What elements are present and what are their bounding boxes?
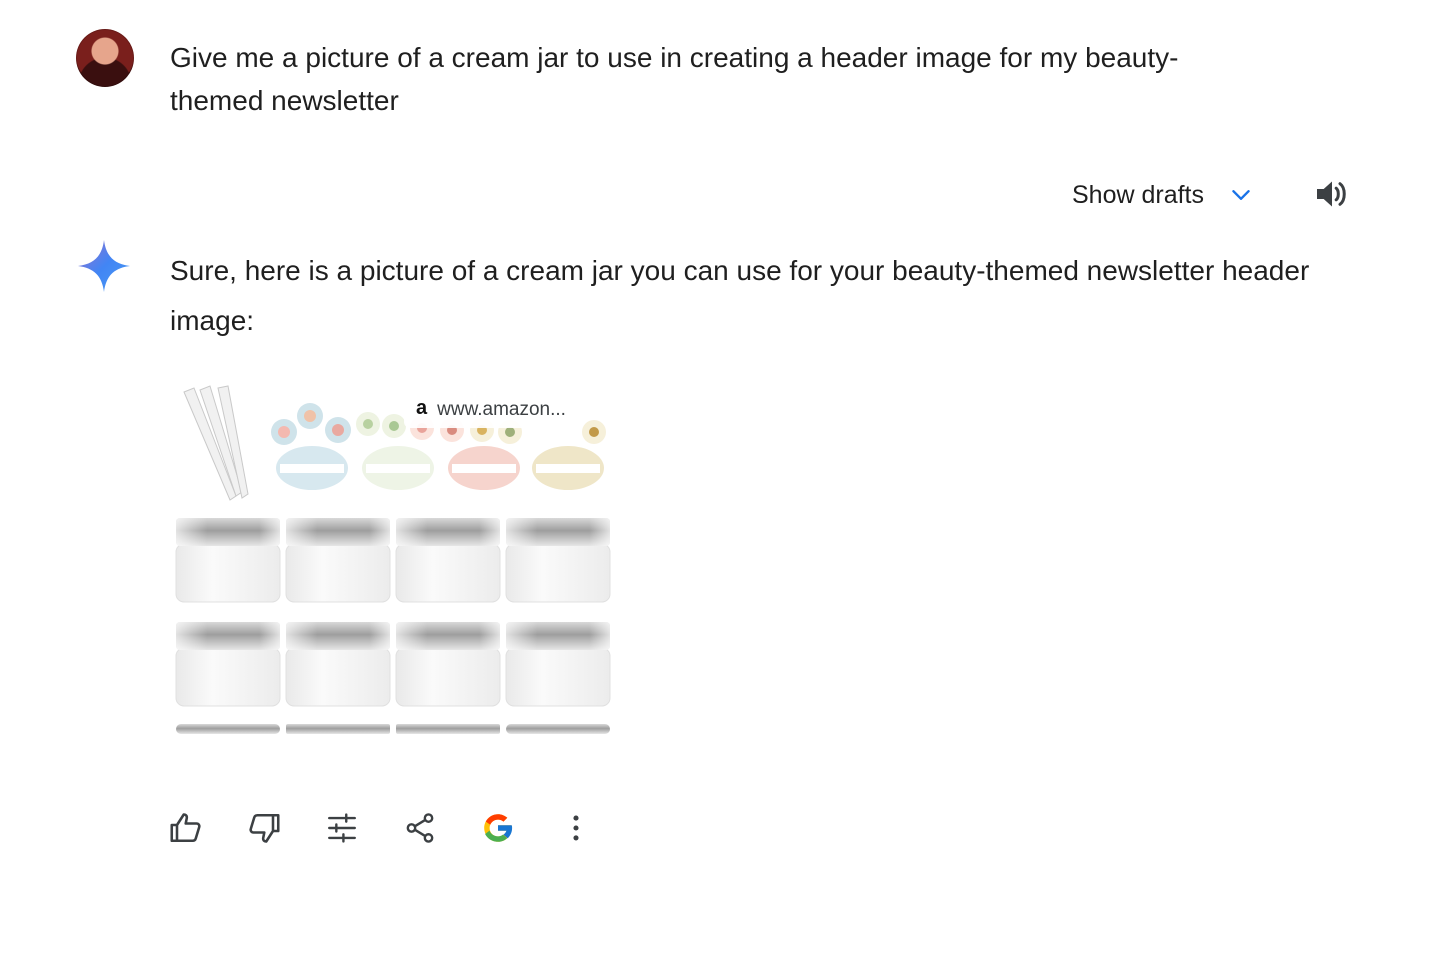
show-drafts-label: Show drafts (1072, 180, 1205, 209)
gemini-sparkle-icon (78, 240, 130, 292)
image-source-link[interactable]: a www.amazon... (404, 392, 578, 428)
google-it-button[interactable] (476, 806, 520, 850)
modify-response-button[interactable] (320, 806, 364, 850)
share-icon (406, 813, 434, 843)
thumbs-down-icon (249, 813, 280, 843)
image-source-text: www.amazon... (437, 399, 566, 420)
assistant-response-text: Sure, here is a picture of a cream jar y… (170, 255, 1310, 336)
show-drafts-button[interactable]: Show drafts (1072, 176, 1254, 214)
read-aloud-button[interactable] (1312, 174, 1352, 214)
tune-icon (328, 813, 356, 843)
amazon-logo-icon: a (416, 396, 428, 419)
google-g-icon (484, 814, 513, 842)
cream-jars-product-image[interactable] (172, 380, 616, 740)
response-actions (164, 806, 598, 850)
chevron-down-icon (1232, 190, 1250, 200)
more-vertical-icon (573, 815, 579, 841)
thumbs-up-icon (170, 813, 201, 843)
user-prompt-text: Give me a picture of a cream jar to use … (170, 42, 1179, 116)
thumbs-down-button[interactable] (242, 806, 286, 850)
cream-jars-illustration (175, 385, 611, 734)
user-avatar (76, 29, 134, 87)
thumbs-up-button[interactable] (164, 806, 208, 850)
share-button[interactable] (398, 806, 442, 850)
volume-up-icon (1317, 181, 1346, 207)
more-options-button[interactable] (554, 806, 598, 850)
